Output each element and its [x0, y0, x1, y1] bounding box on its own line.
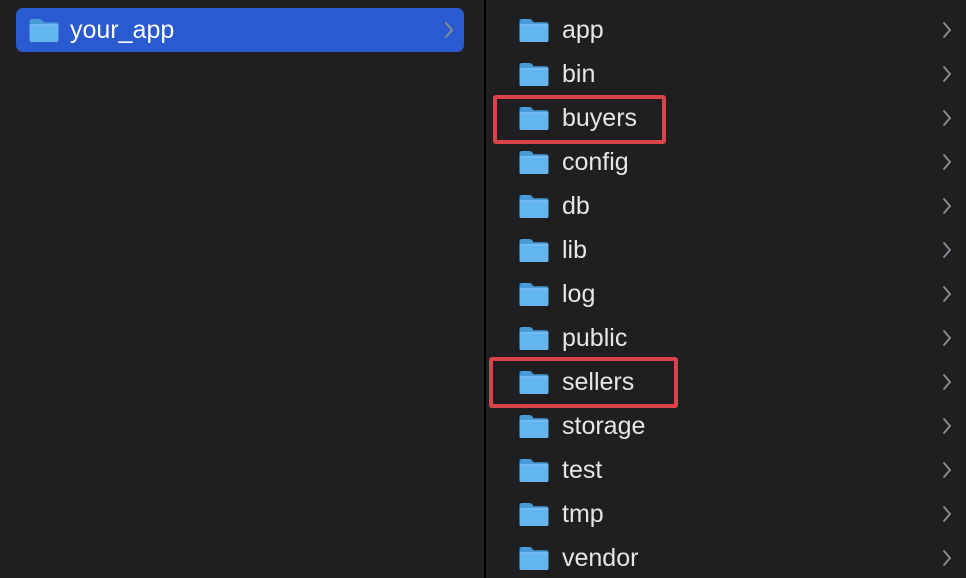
folder-label: test [562, 456, 603, 484]
finder-column-view: your_app app bin buyers config db lib lo… [0, 0, 966, 578]
folder-row-sellers[interactable]: sellers [486, 360, 966, 404]
folder-row-bin[interactable]: bin [486, 52, 966, 96]
folder-row-config[interactable]: config [486, 140, 966, 184]
folder-row-db[interactable]: db [486, 184, 966, 228]
folder-label: storage [562, 412, 646, 440]
contents-column: app bin buyers config db lib log public … [486, 0, 966, 578]
folder-icon [518, 237, 550, 263]
chevron-right-icon [942, 21, 952, 39]
chevron-right-icon [942, 197, 952, 215]
folder-label: app [562, 16, 604, 44]
folder-label: buyers [562, 104, 638, 132]
folder-icon [518, 545, 550, 571]
folder-icon [518, 501, 550, 527]
chevron-right-icon [942, 65, 952, 83]
folder-icon [518, 325, 550, 351]
folder-label: bin [562, 60, 596, 88]
folder-label: config [562, 148, 629, 176]
folder-label: sellers [562, 368, 635, 396]
chevron-right-icon [942, 241, 952, 259]
folder-row-storage[interactable]: storage [486, 404, 966, 448]
folder-row-your-app[interactable]: your_app [16, 8, 464, 52]
folder-row-public[interactable]: public [486, 316, 966, 360]
folder-label: public [562, 324, 628, 352]
folder-row-tmp[interactable]: tmp [486, 492, 966, 536]
folder-icon [518, 413, 550, 439]
chevron-right-icon [942, 285, 952, 303]
folder-row-app[interactable]: app [486, 8, 966, 52]
chevron-right-icon [942, 461, 952, 479]
folder-row-vendor[interactable]: vendor [486, 536, 966, 578]
folder-icon [518, 149, 550, 175]
chevron-right-icon [942, 417, 952, 435]
folder-icon [518, 17, 550, 43]
folder-row-buyers[interactable]: buyers [486, 96, 966, 140]
folder-icon [28, 17, 60, 43]
folder-icon [518, 369, 550, 395]
folder-label: db [562, 192, 590, 220]
chevron-right-icon [942, 329, 952, 347]
folder-icon [518, 105, 550, 131]
parent-column: your_app [0, 0, 484, 578]
folder-icon [518, 281, 550, 307]
folder-row-test[interactable]: test [486, 448, 966, 492]
chevron-right-icon [942, 109, 952, 127]
folder-label: log [562, 280, 596, 308]
chevron-right-icon [942, 549, 952, 567]
folder-icon [518, 193, 550, 219]
chevron-right-icon [942, 153, 952, 171]
folder-label: your_app [70, 16, 175, 44]
chevron-right-icon [942, 505, 952, 523]
folder-row-log[interactable]: log [486, 272, 966, 316]
chevron-right-icon [444, 21, 454, 39]
chevron-right-icon [942, 373, 952, 391]
folder-icon [518, 61, 550, 87]
folder-row-lib[interactable]: lib [486, 228, 966, 272]
folder-label: tmp [562, 500, 604, 528]
folder-label: lib [562, 236, 588, 264]
folder-label: vendor [562, 544, 639, 572]
folder-icon [518, 457, 550, 483]
